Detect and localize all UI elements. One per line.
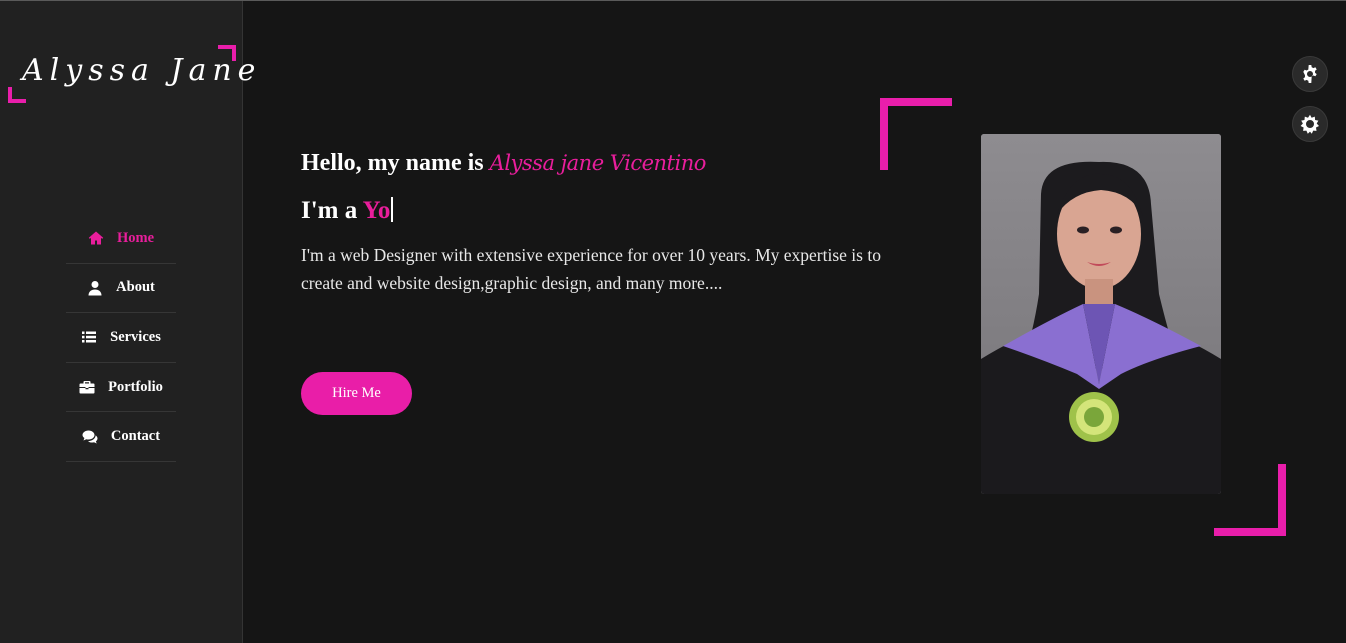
hire-me-button[interactable]: Hire Me (301, 372, 412, 415)
logo-text: Alyssa Jane (22, 53, 262, 88)
main-nav: Home About Services Portfolio Contact (66, 214, 176, 462)
nav-item-services[interactable]: Services (66, 313, 176, 363)
typing-caret (391, 197, 394, 222)
greeting-text: Hello, my name is (301, 150, 484, 176)
role-heading: I'm a Yo (301, 197, 891, 225)
nav-label-services: Services (110, 328, 161, 345)
role-prefix: I'm a (301, 197, 358, 224)
sidebar: Alyssa Jane Home About Services Portfoli… (0, 1, 255, 643)
frame-corner-top-left (880, 98, 952, 170)
nav-label-contact: Contact (110, 428, 161, 445)
nav-item-about[interactable]: About (66, 264, 176, 314)
sun-icon (1300, 114, 1319, 134)
nav-label-home: Home (116, 229, 155, 246)
hero-name: Alyssa jane Vicentino (489, 151, 707, 175)
list-icon (82, 331, 97, 343)
gear-icon (1303, 65, 1317, 83)
home-icon (88, 231, 104, 245)
frame-corner-bottom-right (1214, 464, 1286, 536)
profile-photo-illustration (981, 134, 1221, 494)
hero-section: Hello, my name is Alyssa jane Vicentino … (301, 150, 891, 297)
settings-button[interactable] (1292, 56, 1328, 92)
nav-item-contact[interactable]: Contact (66, 412, 176, 462)
greeting-heading: Hello, my name is Alyssa jane Vicentino (301, 150, 891, 177)
logo[interactable]: Alyssa Jane (8, 45, 255, 103)
nav-item-portfolio[interactable]: Portfolio (66, 363, 176, 413)
briefcase-icon (79, 381, 95, 394)
profile-photo (981, 134, 1221, 494)
logo-corner-bottom-left (8, 87, 26, 103)
hero-description: I'm a web Designer with extensive experi… (301, 245, 881, 293)
theme-toggle-button[interactable] (1292, 106, 1328, 142)
comments-icon (82, 430, 98, 444)
nav-label-portfolio: Portfolio (108, 378, 163, 395)
nav-item-home[interactable]: Home (66, 214, 176, 264)
user-icon (88, 280, 102, 296)
role-typed-text: Yo (362, 197, 391, 224)
nav-label-about: About (116, 279, 155, 296)
